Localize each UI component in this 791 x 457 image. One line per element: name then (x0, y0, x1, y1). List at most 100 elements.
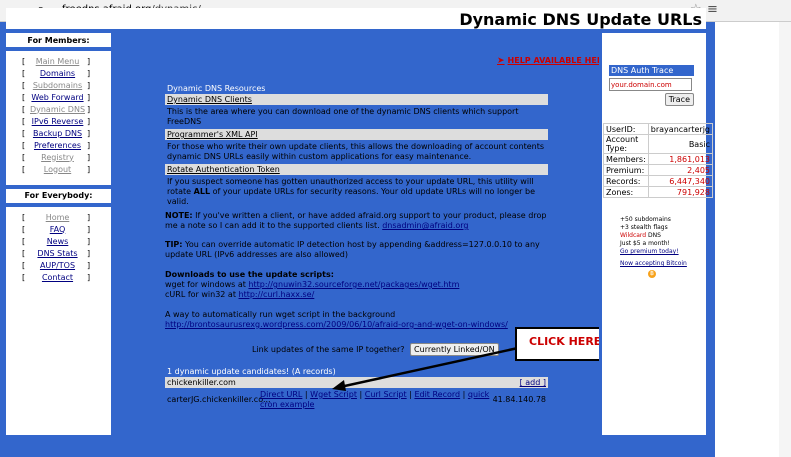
everybody-title: For Everybody: (24, 191, 93, 200)
callout-arrow (332, 346, 519, 391)
page-title: Dynamic DNS Update URLs (459, 10, 702, 29)
email-link[interactable]: dnsadmin@afraid.org (382, 221, 468, 230)
downloads-title: Downloads to use the update scripts: (165, 270, 334, 279)
bracket: ] (87, 152, 91, 162)
sidebar-item-home[interactable]: [Home] (6, 211, 111, 223)
sidebar-item-domains[interactable]: [Domains] (6, 67, 111, 79)
note-text: NOTE: If you've written a client, or hav… (165, 211, 547, 230)
dns-clients-text: This is the area where you can download … (167, 107, 519, 126)
auth-trace-box: DNS Auth Trace Trace (609, 65, 694, 106)
wget-link[interactable]: http://gnuwin32.sourceforge.net/packages… (248, 280, 459, 289)
sidebar-item-news[interactable]: [News] (6, 235, 111, 247)
stats-row: Zones: 791,928 (603, 186, 714, 198)
sidebar-item-label[interactable]: Subdomains (28, 81, 87, 90)
stats-key: Account Type: (603, 134, 649, 154)
bracket: ] (87, 104, 91, 114)
bracket: ] (87, 80, 91, 90)
sidebar-item-registry[interactable]: [Registry] (6, 151, 111, 163)
bracket: ] (87, 212, 91, 222)
resources-header: Dynamic DNS Resources (165, 83, 548, 94)
sidebar-item-label[interactable]: News (28, 237, 87, 246)
bracket: ] (87, 236, 91, 246)
bracket: ] (87, 56, 91, 66)
sidebar-item-label[interactable]: Registry (28, 153, 87, 162)
domain-name: chickenkiller.com (167, 378, 236, 387)
everybody-menu: [Home][FAQ][News][DNS Stats][AUP/TOS][Co… (6, 207, 111, 283)
sidebar-item-label[interactable]: Web Forward (28, 93, 87, 102)
sidebar-item-label[interactable]: DNS Stats (28, 249, 87, 258)
sidebar-item-label[interactable]: Preferences (28, 141, 87, 150)
sidebar-item-label[interactable]: FAQ (28, 225, 87, 234)
bracket: ] (87, 68, 91, 78)
bracket: ] (87, 272, 91, 282)
dns-clients-link[interactable]: Dynamic DNS Clients (165, 94, 548, 105)
sidebar-item-web-forward[interactable]: [Web Forward] (6, 91, 111, 103)
tip-text: TIP: You can override automatic IP detec… (165, 240, 540, 259)
curl-link[interactable]: http://curl.haxx.se/ (239, 290, 315, 299)
sidebar-item-preferences[interactable]: [Preferences] (6, 139, 111, 151)
stats-value: 2,405 (647, 164, 714, 176)
resources-box: Dynamic DNS Resources Dynamic DNS Client… (165, 83, 548, 219)
stats-row: Account Type: Basic (603, 134, 714, 154)
stats-value: brayancarterjg (647, 123, 714, 135)
downloads-section: Downloads to use the update scripts: wge… (165, 270, 555, 330)
bracket: ] (87, 260, 91, 270)
xml-api-link[interactable]: Programmer's XML API (165, 129, 548, 140)
scrollbar[interactable] (779, 22, 791, 457)
direct-url-link[interactable]: Direct URL (260, 390, 302, 399)
sidebar-item-logout[interactable]: [Logout] (6, 163, 111, 175)
bracket: ] (87, 248, 91, 258)
stats-row: Records: 6,447,340 (603, 175, 714, 187)
help-link[interactable]: ➤ HELP AVAILABLE HERE (497, 56, 608, 66)
background-text: A way to automatically run wget script i… (165, 310, 396, 319)
sidebar-item-aup-tos[interactable]: [AUP/TOS] (6, 259, 111, 271)
bracket: ] (87, 128, 91, 138)
stats-row: UserID: brayancarterjg (603, 123, 714, 135)
members-menu: [Main Menu][Domains][Subdomains][Web For… (6, 51, 111, 175)
stats-row: Premium: 2,405 (603, 164, 714, 176)
sidebar-item-label[interactable]: IPv6 Reverse (28, 117, 87, 126)
stats-table: UserID: brayancarterjg Account Type: Basic M… (603, 123, 714, 198)
sidebar-item-label[interactable]: Contact (28, 273, 87, 282)
members-title: For Members: (27, 36, 90, 45)
menu-icon[interactable]: ≡ (707, 2, 718, 17)
sidebar-item-ipv6-reverse[interactable]: [IPv6 Reverse] (6, 115, 111, 127)
stats-key: Zones: (603, 186, 649, 198)
arrow-head (332, 380, 346, 391)
host-name: carterJG.chickenkiller.co... (167, 395, 271, 404)
auth-trace-title: DNS Auth Trace (609, 65, 694, 76)
sidebar-item-label[interactable]: Backup DNS (28, 129, 87, 138)
sidebar-item-faq[interactable]: [FAQ] (6, 223, 111, 235)
sidebar-item-dynamic-dns[interactable]: [Dynamic DNS] (6, 103, 111, 115)
stats-key: Records: (603, 175, 649, 187)
sidebar-item-dns-stats[interactable]: [DNS Stats] (6, 247, 111, 259)
bracket: ] (87, 92, 91, 102)
sidebar-item-main-menu[interactable]: [Main Menu] (6, 55, 111, 67)
bracket: ] (87, 164, 91, 174)
sidebar-item-contact[interactable]: [Contact] (6, 271, 111, 283)
sidebar-item-subdomains[interactable]: [Subdomains] (6, 79, 111, 91)
sidebar-item-backup-dns[interactable]: [Backup DNS] (6, 127, 111, 139)
domain-input[interactable] (609, 78, 692, 91)
sidebar-item-label[interactable]: Main Menu (28, 57, 87, 66)
premium-promo: +50 subdomains +3 stealth flags Wildcard… (620, 216, 702, 278)
stats-value: Basic (647, 134, 714, 154)
stats-value: 791,928 (647, 186, 714, 198)
arrow-right-icon: ➤ (497, 56, 505, 66)
sidebar-item-label[interactable]: Domains (28, 69, 87, 78)
rotate-token-text: If you suspect someone has gotten unauth… (167, 177, 535, 206)
sidebar-item-label[interactable]: Home (28, 213, 87, 222)
bracket: ] (87, 224, 91, 234)
left-sidebar: For Members: [Main Menu][Domains][Subdom… (6, 33, 114, 435)
sidebar-item-label[interactable]: AUP/TOS (28, 261, 87, 270)
rotate-token-link[interactable]: Rotate Authentication Token (165, 164, 548, 175)
sidebar-item-label[interactable]: Dynamic DNS (28, 105, 87, 114)
stats-key: UserID: (603, 123, 649, 135)
bitcoin-link[interactable]: Now accepting Bitcoin (620, 260, 702, 268)
go-premium-link[interactable]: Go premium today! (620, 248, 702, 256)
background-link[interactable]: http://brontosaurusrexg.wordpress.com/20… (165, 320, 508, 329)
bitcoin-icon: ฿ (648, 270, 656, 278)
trace-button[interactable]: Trace (664, 93, 694, 106)
page-header: Dynamic DNS Update URLs (6, 8, 706, 31)
sidebar-item-label[interactable]: Logout (28, 165, 87, 174)
